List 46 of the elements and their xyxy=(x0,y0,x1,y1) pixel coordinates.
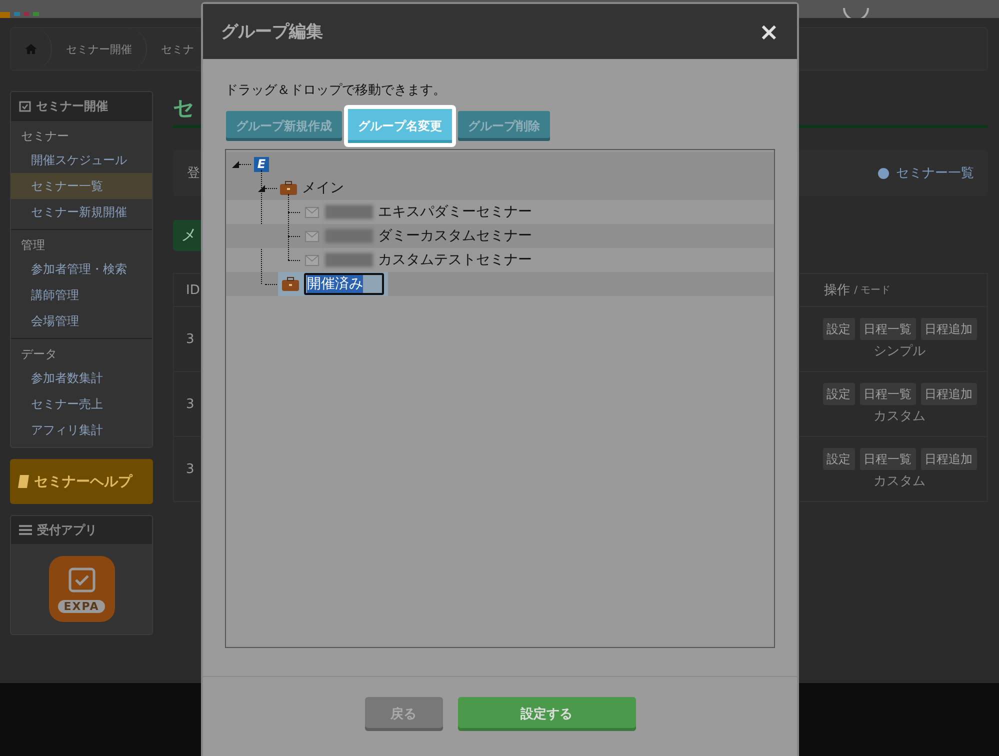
column-header: 操作 xyxy=(824,282,850,299)
action-button[interactable]: 設定 xyxy=(822,383,854,405)
sidebar-item[interactable]: セミナー売上 xyxy=(11,391,152,417)
mode-text: カスタム xyxy=(874,408,926,425)
help-button[interactable]: セミナーヘルプ xyxy=(10,459,153,504)
mode-text: カスタム xyxy=(874,473,926,490)
action-button[interactable]: 日程一覧 xyxy=(860,383,916,405)
sidebar-item[interactable]: セミナー一覧 xyxy=(11,173,152,199)
submit-button[interactable]: 設定する xyxy=(458,696,636,730)
mode-text: シンプル xyxy=(874,343,926,360)
dialog-title: グループ編集 xyxy=(221,21,323,43)
app-panel-title: 受付アプリ xyxy=(37,522,97,538)
seminar-name[interactable]: カスタムテストセミナー xyxy=(378,251,532,269)
app-icon[interactable]: EXPA xyxy=(48,556,114,622)
group-name[interactable]: メイン xyxy=(302,179,344,197)
root-logo: E xyxy=(254,156,269,172)
column-hint: / モード xyxy=(854,284,891,297)
sidebar-section-label: データ xyxy=(20,346,58,363)
action-button[interactable]: 設定 xyxy=(822,448,854,470)
close-button[interactable]: × xyxy=(758,18,779,46)
action-button[interactable]: 日程追加 xyxy=(920,448,976,470)
action-button[interactable]: 日程一覧 xyxy=(860,318,916,340)
sidebar-item[interactable]: 講師管理 xyxy=(11,282,152,308)
dialog-hint: ドラッグ＆ドロップで移動できます。 xyxy=(225,82,447,99)
seminar-name[interactable]: エキスパダミーセミナー xyxy=(378,203,532,221)
action-button[interactable]: 日程追加 xyxy=(920,318,976,340)
action-button[interactable]: 設定 xyxy=(822,318,854,340)
column-header: ID xyxy=(185,282,201,300)
sidebar-item[interactable]: 会場管理 xyxy=(11,308,152,334)
rename-field[interactable]: 開催済み xyxy=(304,273,384,295)
sidebar-item[interactable]: 参加者管理・検索 xyxy=(11,256,152,282)
action-button[interactable]: 日程追加 xyxy=(920,383,976,405)
action-button[interactable]: 日程一覧 xyxy=(860,448,916,470)
sidebar-section-label: セミナー xyxy=(20,128,70,145)
sidebar-title: セミナー開催 xyxy=(36,98,108,114)
sidebar-item[interactable]: アフィリ集計 xyxy=(11,417,152,443)
sidebar-item[interactable]: 開催スケジュール xyxy=(11,147,152,173)
sidebar-item[interactable]: セミナー新規開催 xyxy=(11,199,152,225)
app-name: EXPA xyxy=(58,600,106,613)
page-title: セ xyxy=(173,95,195,122)
sidebar-item[interactable]: 参加者数集計 xyxy=(11,365,152,391)
sidebar-section-label: 管理 xyxy=(20,237,46,254)
tree-node-editing[interactable]: 開催済み xyxy=(278,272,388,296)
breadcrumb-link[interactable]: セミナー開催 xyxy=(52,28,147,70)
help-link[interactable]: セミナー一覧 xyxy=(878,164,974,182)
card-text: 登 xyxy=(187,165,200,182)
